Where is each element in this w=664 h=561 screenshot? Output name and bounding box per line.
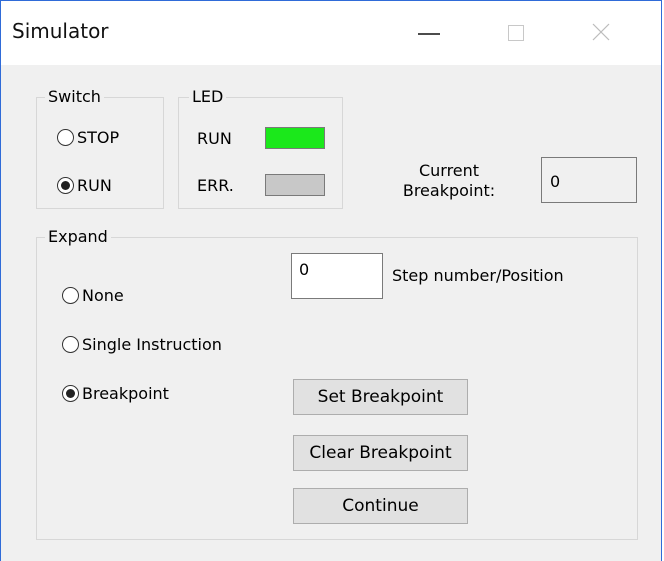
radio-single-instruction-label: Single Instruction [82, 335, 222, 354]
radio-stop[interactable]: STOP [57, 128, 119, 147]
radio-breakpoint-label: Breakpoint [82, 384, 169, 403]
step-number-input[interactable] [291, 253, 383, 299]
close-icon[interactable] [584, 15, 618, 49]
radio-breakpoint[interactable]: Breakpoint [62, 384, 169, 403]
current-breakpoint-label-line2: Breakpoint: [402, 181, 496, 200]
led-legend: LED [189, 88, 227, 106]
radio-none-circle[interactable] [62, 287, 79, 304]
switch-group: Switch STOP RUN [36, 88, 164, 209]
radio-none-label: None [82, 286, 124, 305]
clear-breakpoint-button[interactable]: Clear Breakpoint [293, 435, 468, 471]
radio-single-instruction[interactable]: Single Instruction [62, 335, 222, 354]
current-breakpoint-label: Current Breakpoint: [386, 161, 512, 201]
radio-run-circle[interactable] [57, 177, 74, 194]
title-bar: Simulator [1, 1, 661, 65]
radio-none[interactable]: None [62, 286, 124, 305]
minimize-icon[interactable] [412, 15, 446, 49]
window-title: Simulator [12, 19, 109, 43]
set-breakpoint-button[interactable]: Set Breakpoint [293, 379, 468, 415]
continue-button[interactable]: Continue [293, 488, 468, 524]
expand-legend: Expand [45, 228, 111, 246]
maximize-icon[interactable] [498, 15, 532, 49]
step-number-label: Step number/Position [392, 266, 564, 285]
led-err-label: ERR. [197, 176, 234, 195]
led-run-indicator [265, 127, 325, 149]
radio-stop-circle[interactable] [57, 129, 74, 146]
expand-group: Expand None Single Instruction Breakpoin… [36, 228, 638, 540]
radio-single-instruction-circle[interactable] [62, 336, 79, 353]
radio-run[interactable]: RUN [57, 176, 112, 195]
radio-run-label: RUN [77, 176, 112, 195]
switch-legend: Switch [45, 88, 104, 106]
current-breakpoint-label-line1: Current [418, 161, 480, 180]
led-run-label: RUN [197, 129, 232, 148]
simulator-window: Simulator Switch STOP RUN LED RUN ERR. C… [0, 0, 662, 561]
radio-stop-label: STOP [77, 128, 120, 147]
led-group: LED RUN ERR. [178, 88, 343, 209]
led-err-indicator [265, 174, 325, 196]
radio-breakpoint-circle[interactable] [62, 385, 79, 402]
current-breakpoint-field: 0 [541, 157, 637, 203]
